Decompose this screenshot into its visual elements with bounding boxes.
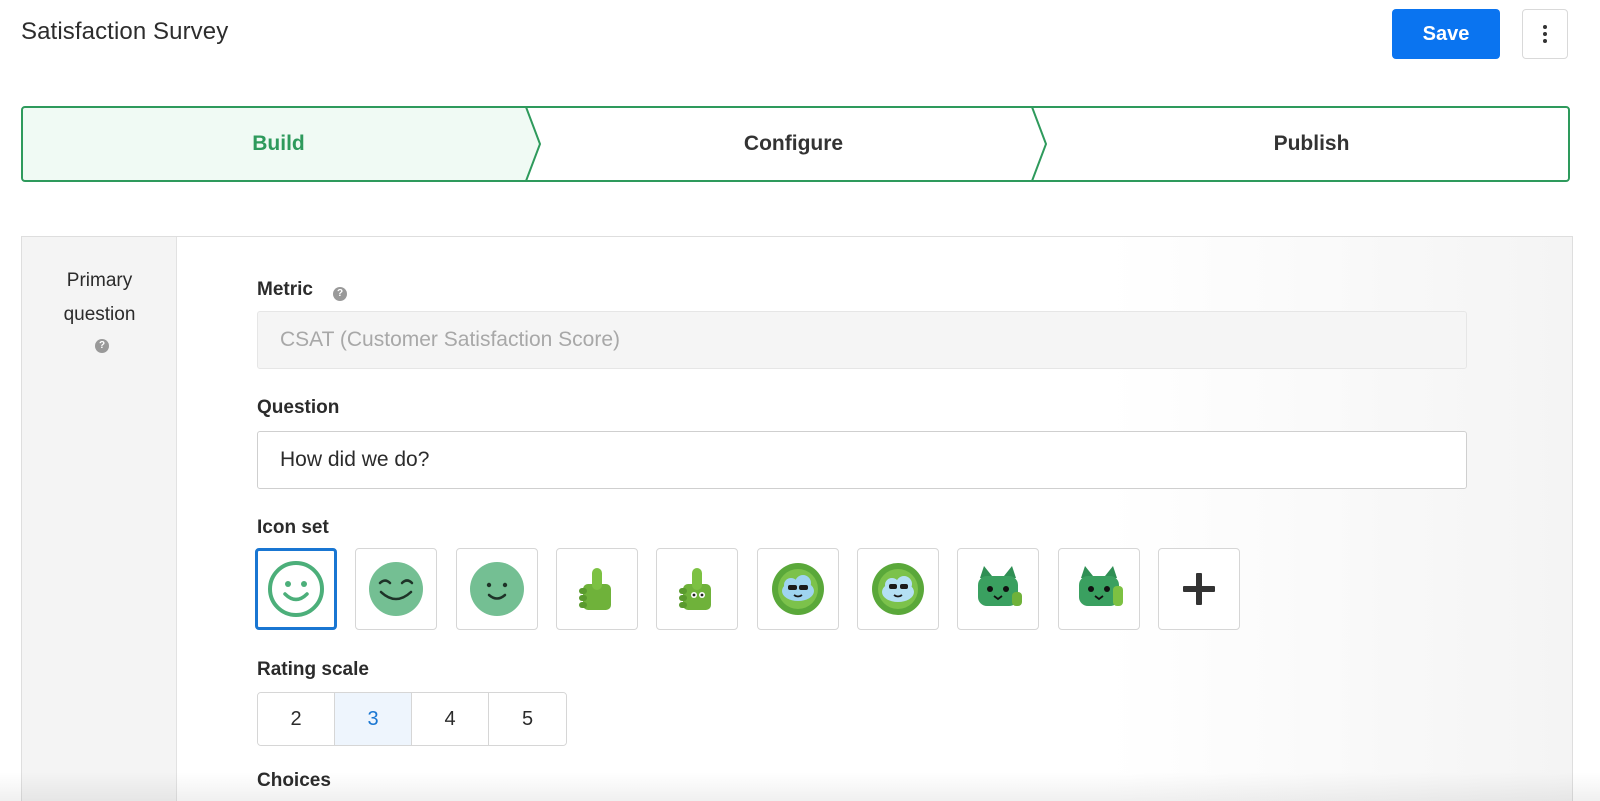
rating-option-5[interactable]: 5 [489, 693, 566, 745]
thumbs-up-face-icon [679, 568, 711, 610]
metric-label: Metric [257, 279, 313, 300]
icon-set-option-thumbs-up-face[interactable] [656, 548, 738, 630]
primary-question-panel: Primary question ? Metric ? CSAT (Custom… [21, 236, 1573, 801]
icon-set-option-cool-cloud[interactable] [757, 548, 839, 630]
rating-option-3[interactable]: 3 [335, 693, 412, 745]
help-circle-icon[interactable]: ? [95, 339, 109, 353]
thumbs-up-icon [579, 568, 611, 610]
add-icon [1183, 573, 1215, 605]
section-title-line2: question [63, 304, 136, 325]
cat-icon [978, 566, 1022, 606]
smiley-filled-icon [470, 562, 524, 616]
smiley-grin-filled-icon [369, 562, 423, 616]
question-label: Question [257, 397, 340, 418]
more-vertical-icon [1543, 25, 1547, 29]
icon-set-option-cat-thumbs-up[interactable] [1058, 548, 1140, 630]
top-bar: Satisfaction Survey Save [0, 0, 1600, 70]
choices-label: Choices [257, 770, 331, 791]
step-wizard: Build Configure Publish [21, 106, 1571, 182]
page-title: Satisfaction Survey [21, 18, 229, 45]
icon-set-option-cat[interactable] [957, 548, 1039, 630]
icon-set-option-cool-cloud-alt[interactable] [857, 548, 939, 630]
section-sidebar: Primary question ? [22, 237, 177, 801]
more-options-button[interactable] [1522, 9, 1568, 59]
icon-set-option-smiley-grin[interactable] [355, 548, 437, 630]
icon-set-label: Icon set [257, 517, 329, 538]
rating-scale-label: Rating scale [257, 659, 369, 680]
smiley-outline-icon [268, 561, 324, 617]
icon-set-option-smiley-filled[interactable] [456, 548, 538, 630]
add-icon-set-button[interactable] [1158, 548, 1240, 630]
rating-scale-selector: 2 3 4 5 [257, 692, 567, 746]
rating-option-4[interactable]: 4 [412, 693, 489, 745]
cool-cloud-alt-icon [872, 563, 924, 615]
step-publish[interactable]: Publish [1052, 132, 1571, 156]
rating-option-2[interactable]: 2 [258, 693, 335, 745]
section-title: Primary question [22, 264, 177, 332]
save-button[interactable]: Save [1392, 9, 1500, 59]
step-build[interactable]: Build [21, 132, 536, 156]
metric-field: CSAT (Customer Satisfaction Score) [257, 311, 1467, 369]
metric-help-icon[interactable]: ? [333, 287, 347, 301]
step-configure[interactable]: Configure [536, 132, 1051, 156]
cool-cloud-icon [772, 563, 824, 615]
question-input[interactable] [257, 431, 1467, 489]
section-title-line1: Primary [66, 270, 133, 291]
cat-thumbs-up-icon [1079, 566, 1123, 606]
icon-set-option-thumbs-up[interactable] [556, 548, 638, 630]
icon-set-option-smiley-outline[interactable] [255, 548, 337, 630]
